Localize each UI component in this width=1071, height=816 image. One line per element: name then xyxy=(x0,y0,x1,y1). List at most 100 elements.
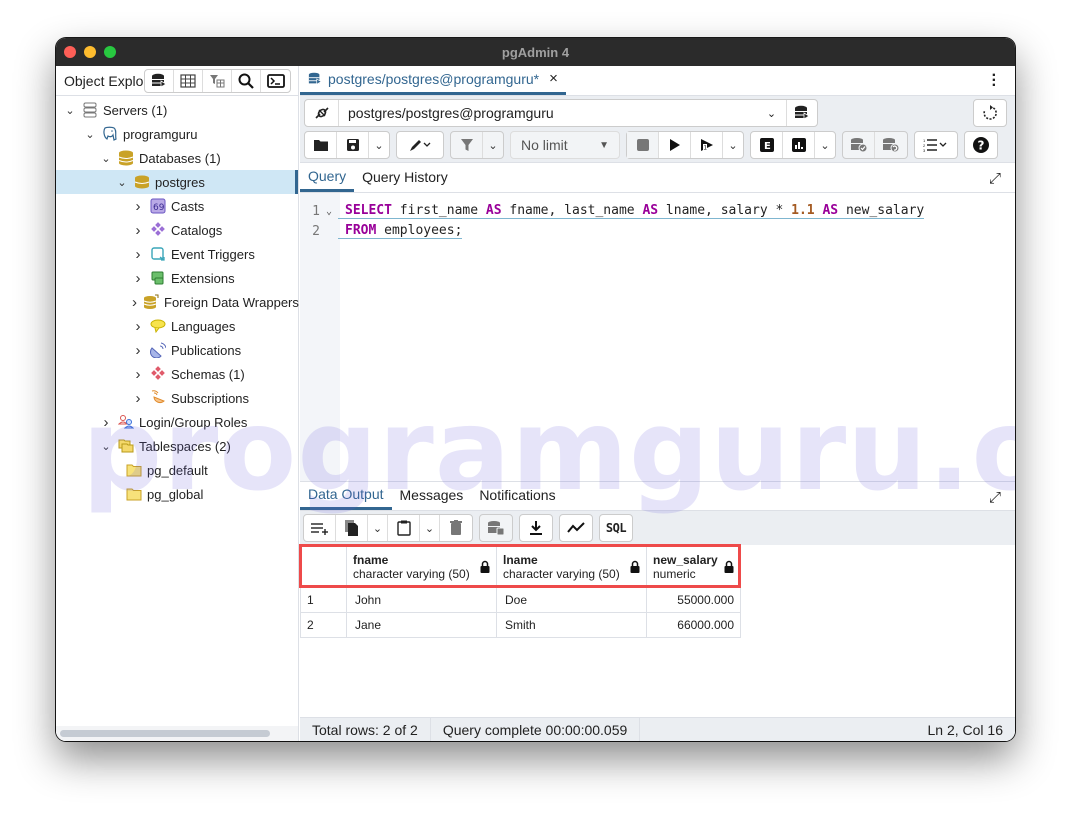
column-header-lname[interactable]: lname character varying (50) xyxy=(496,545,647,588)
chevron-right-icon[interactable]: › xyxy=(132,270,144,287)
explain-analyze-button[interactable] xyxy=(783,132,815,158)
column-header-fname[interactable]: fname character varying (50) xyxy=(346,545,497,588)
paste-options-chevron[interactable]: ⌄ xyxy=(420,515,440,541)
execute-button[interactable] xyxy=(659,132,691,158)
chevron-down-icon[interactable]: ⌄ xyxy=(84,128,96,141)
sql-button[interactable]: SQL xyxy=(600,515,632,541)
filtered-rows-button[interactable] xyxy=(203,70,232,92)
delete-button[interactable] xyxy=(440,515,472,541)
chevron-down-icon[interactable]: ⌄ xyxy=(100,152,112,165)
sql-editor[interactable]: 1 ⌄ SELECT first_name AS fname, last_name … xyxy=(300,193,1015,481)
tree-node[interactable]: › Publications xyxy=(56,338,298,362)
save-data-button[interactable] xyxy=(480,515,512,541)
chevron-right-icon[interactable]: › xyxy=(132,198,144,215)
rollback-button[interactable] xyxy=(875,132,907,158)
cell-new_salary[interactable]: 55000.000 xyxy=(646,587,741,613)
tree-node[interactable]: ⌄ Databases (1) xyxy=(56,146,298,170)
cell-new_salary[interactable]: 66000.000 xyxy=(646,612,741,638)
tree-node[interactable]: ⌄ Servers (1) xyxy=(56,98,298,122)
close-tab-icon[interactable]: × xyxy=(549,70,558,87)
tree-node[interactable]: ⌄ programguru xyxy=(56,122,298,146)
minimize-window-button[interactable] xyxy=(84,46,96,58)
fold-chevron-icon[interactable]: ⌄ xyxy=(320,206,338,217)
tab-notifications[interactable]: Notifications xyxy=(471,480,563,510)
paste-button[interactable] xyxy=(388,515,420,541)
expand-icon[interactable]: ⤢ xyxy=(989,489,1001,506)
chevron-right-icon[interactable]: › xyxy=(132,342,144,359)
tree-node[interactable]: › Event Triggers xyxy=(56,242,298,266)
row-number[interactable]: 2 xyxy=(300,612,347,638)
chevron-right-icon[interactable]: › xyxy=(100,414,112,431)
new-connection-button[interactable] xyxy=(787,100,817,126)
filter-button[interactable] xyxy=(451,132,483,158)
chevron-down-icon[interactable]: ⌄ xyxy=(64,104,76,117)
search-objects-button[interactable] xyxy=(232,70,261,92)
tree-node[interactable]: ⌄ postgres xyxy=(56,170,298,194)
copy-button[interactable] xyxy=(336,515,368,541)
commit-button[interactable] xyxy=(843,132,875,158)
horizontal-scrollbar[interactable] xyxy=(60,730,270,737)
connection-selector[interactable]: postgres/postgres@programguru ⌄ xyxy=(304,99,818,127)
cell-lname[interactable]: Doe xyxy=(496,587,647,613)
chevron-right-icon[interactable]: › xyxy=(132,318,144,335)
query-tool-button[interactable] xyxy=(145,70,174,92)
macros-button[interactable]: 123 xyxy=(915,132,957,158)
tab-query[interactable]: Query xyxy=(300,162,355,192)
chevron-right-icon[interactable]: › xyxy=(132,366,144,383)
explain-button[interactable]: E xyxy=(751,132,783,158)
open-file-button[interactable] xyxy=(305,132,337,158)
chevron-down-icon[interactable]: ⌄ xyxy=(100,440,112,453)
chevron-right-icon[interactable]: › xyxy=(132,222,144,239)
chevron-right-icon[interactable]: › xyxy=(132,246,144,263)
psql-tool-button[interactable] xyxy=(261,70,290,92)
row-limit-select[interactable]: No limit ▼ xyxy=(510,131,620,159)
edit-button[interactable] xyxy=(397,132,443,158)
stop-button[interactable] xyxy=(627,132,659,158)
execute-script-button[interactable]: 1 xyxy=(691,132,723,158)
tab-data-output[interactable]: Data Output xyxy=(300,480,392,510)
tree-node[interactable]: › Login/Group Roles xyxy=(56,410,298,434)
save-options-chevron[interactable]: ⌄ xyxy=(369,132,389,158)
copy-options-chevron[interactable]: ⌄ xyxy=(368,515,388,541)
cell-lname[interactable]: Smith xyxy=(496,612,647,638)
tree-node[interactable]: › Catalogs xyxy=(56,218,298,242)
chevron-down-icon[interactable]: ⌄ xyxy=(116,176,128,189)
save-file-button[interactable] xyxy=(337,132,369,158)
tree-node[interactable]: pg_global xyxy=(56,482,298,506)
tree-node[interactable]: › Schemas (1) xyxy=(56,362,298,386)
expand-icon[interactable]: ⤢ xyxy=(989,170,1001,187)
query-tool-tab[interactable]: postgres/postgres@programguru* × xyxy=(300,65,566,95)
tab-messages[interactable]: Messages xyxy=(392,480,472,510)
execute-options-chevron[interactable]: ⌄ xyxy=(723,132,743,158)
tree-node[interactable]: › Subscriptions xyxy=(56,386,298,410)
editor-line[interactable]: 1 ⌄ SELECT first_name AS fname, last_name … xyxy=(300,201,925,221)
table-row[interactable]: 2 Jane Smith 66000.000 xyxy=(300,612,741,638)
column-header-new_salary[interactable]: new_salary numeric xyxy=(646,545,741,588)
graph-visualiser-button[interactable] xyxy=(560,515,592,541)
cell-fname[interactable]: Jane xyxy=(346,612,497,638)
editor-line[interactable]: 2 FROM employees; xyxy=(300,221,463,241)
add-row-button[interactable] xyxy=(304,515,336,541)
tree-node[interactable]: › 69 Casts xyxy=(56,194,298,218)
row-number[interactable]: 1 xyxy=(300,587,347,613)
filter-options-chevron[interactable]: ⌄ xyxy=(483,132,503,158)
tab-query-history[interactable]: Query History xyxy=(354,162,456,192)
view-data-button[interactable] xyxy=(174,70,203,92)
tree-node[interactable]: › Foreign Data Wrappers xyxy=(56,290,299,314)
chevron-right-icon[interactable]: › xyxy=(132,294,137,311)
maximize-window-button[interactable] xyxy=(104,46,116,58)
tree-node[interactable]: › Languages xyxy=(56,314,298,338)
chevron-down-icon[interactable]: ⌄ xyxy=(757,100,787,126)
reset-layout-button[interactable] xyxy=(973,99,1007,127)
tree-node[interactable]: pg_default xyxy=(56,458,298,482)
more-options-icon[interactable]: · · · xyxy=(992,68,997,94)
table-row[interactable]: 1 John Doe 55000.000 xyxy=(300,587,741,613)
explain-options-chevron[interactable]: ⌄ xyxy=(815,132,835,158)
chevron-right-icon[interactable]: › xyxy=(132,390,144,407)
close-window-button[interactable] xyxy=(64,46,76,58)
tree-node[interactable]: ⌄ Tablespaces (2) xyxy=(56,434,298,458)
cell-fname[interactable]: John xyxy=(346,587,497,613)
help-button[interactable]: ? xyxy=(965,132,997,158)
tree-node[interactable]: › Extensions xyxy=(56,266,298,290)
download-button[interactable] xyxy=(520,515,552,541)
